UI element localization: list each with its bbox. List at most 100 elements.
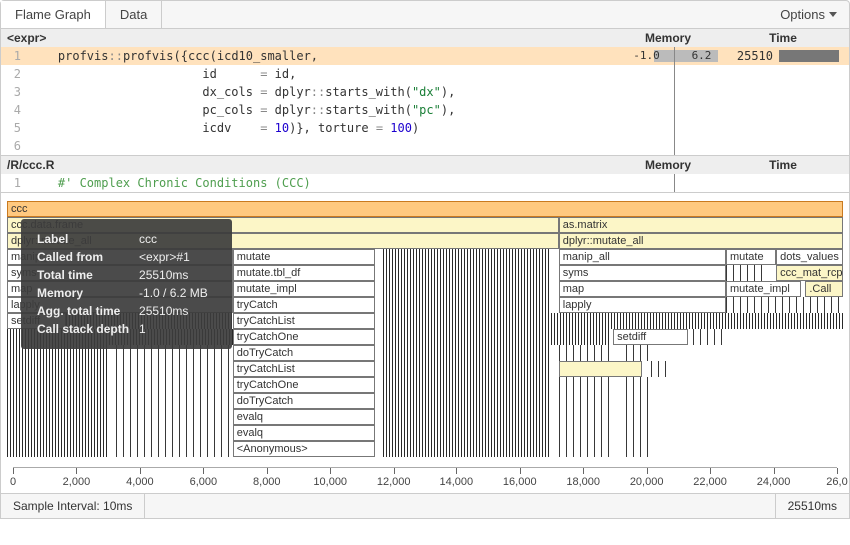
axis-tick-label: 14,000 bbox=[439, 476, 473, 488]
source-line[interactable]: 3 dx_cols = dplyr::starts_with("dx"), bbox=[1, 83, 849, 101]
flame-cell[interactable]: doTryCatch bbox=[233, 345, 375, 361]
axis-tick-label: 12,000 bbox=[377, 476, 411, 488]
memory-cell bbox=[619, 119, 729, 137]
line-number: 4 bbox=[1, 101, 29, 119]
flame-cell[interactable]: dplyr::mutate_all bbox=[559, 233, 843, 249]
memory-cell bbox=[619, 137, 729, 155]
axis-tick-label: 22,000 bbox=[693, 476, 727, 488]
axis-tick-label: 4,000 bbox=[126, 476, 154, 488]
source-line[interactable]: 6 bbox=[1, 137, 849, 155]
memory-cell: -1.06.2 bbox=[619, 47, 729, 65]
axis-tick-label: 24,000 bbox=[757, 476, 791, 488]
source-line[interactable]: 5 icdv = 10)}, torture = 100) bbox=[1, 119, 849, 137]
source-header: <expr> MemoryTime bbox=[1, 29, 849, 47]
tooltip-key: Total time bbox=[37, 267, 137, 283]
flame-cell[interactable]: evalq bbox=[233, 409, 375, 425]
source-block: /R/ccc.RMemoryTime1 #' Complex Chronic C… bbox=[0, 156, 850, 193]
line-number: 3 bbox=[1, 83, 29, 101]
flame-cell[interactable]: ccc_mat_rcpp bbox=[776, 265, 843, 281]
axis-tick-label: 6,000 bbox=[190, 476, 218, 488]
flame-cell[interactable] bbox=[559, 361, 643, 377]
time-header: Time bbox=[723, 31, 843, 45]
code-text: icdv = 10)}, torture = 100) bbox=[29, 119, 619, 137]
memory-header: Memory bbox=[613, 31, 723, 45]
flame-graph-panel: <Anonymous>evalqevalqdoTryCatchtryCatchO… bbox=[0, 193, 850, 494]
flame-cell[interactable]: mutate bbox=[726, 249, 776, 265]
source-line[interactable]: 4 pc_cols = dplyr::starts_with("pc"), bbox=[1, 101, 849, 119]
tab-data[interactable]: Data bbox=[106, 1, 162, 28]
flame-cell[interactable]: doTryCatch bbox=[233, 393, 375, 409]
flame-cell[interactable]: mutate_impl bbox=[233, 281, 375, 297]
flame-cell[interactable]: tryCatchList bbox=[233, 313, 375, 329]
flame-cell[interactable]: map bbox=[559, 281, 726, 297]
tooltip-key: Label bbox=[37, 231, 137, 247]
flame-cell[interactable]: lapply bbox=[559, 297, 726, 313]
flame-cell[interactable]: <Anonymous> bbox=[233, 441, 375, 457]
line-number: 6 bbox=[1, 137, 29, 155]
memory-cell bbox=[619, 174, 729, 192]
flame-cell[interactable]: ccc bbox=[7, 201, 843, 217]
tooltip-value: 25510ms bbox=[139, 303, 216, 319]
tooltip-value: <expr>#1 bbox=[139, 249, 216, 265]
axis-tick-label: 26,0 bbox=[826, 476, 847, 488]
axis-tick-label: 2,000 bbox=[63, 476, 91, 488]
tooltip-value: ccc bbox=[139, 231, 216, 247]
time-cell: 25510 bbox=[729, 47, 849, 65]
flame-cell[interactable]: tryCatch bbox=[233, 297, 375, 313]
chevron-down-icon bbox=[829, 12, 837, 17]
tab-flame-graph[interactable]: Flame Graph bbox=[1, 1, 106, 28]
code-text: id = id, bbox=[29, 65, 619, 83]
time-cell bbox=[729, 101, 849, 119]
tooltip-key: Called from bbox=[37, 249, 137, 265]
memory-cell bbox=[619, 101, 729, 119]
flame-cell[interactable]: mutate bbox=[233, 249, 375, 265]
flame-tooltip: LabelcccCalled from<expr>#1Total time255… bbox=[21, 219, 232, 349]
code-text: dx_cols = dplyr::starts_with("dx"), bbox=[29, 83, 619, 101]
flame-cell[interactable]: mutate.tbl_df bbox=[233, 265, 375, 281]
options-menu[interactable]: Options bbox=[768, 1, 849, 28]
flame-cell[interactable]: tryCatchOne bbox=[233, 377, 375, 393]
axis-tick-label: 20,000 bbox=[630, 476, 664, 488]
flame-cell[interactable]: syms bbox=[559, 265, 726, 281]
time-cell bbox=[729, 65, 849, 83]
tooltip-value: 1 bbox=[139, 321, 216, 337]
top-toolbar: Flame Graph Data Options bbox=[0, 0, 850, 29]
time-cell bbox=[729, 83, 849, 101]
tooltip-value: 25510ms bbox=[139, 267, 216, 283]
source-line[interactable]: 2 id = id, bbox=[1, 65, 849, 83]
code-text: pc_cols = dplyr::starts_with("pc"), bbox=[29, 101, 619, 119]
line-number: 1 bbox=[1, 174, 29, 192]
memory-header: Memory bbox=[613, 158, 723, 172]
code-text bbox=[29, 137, 619, 155]
axis-tick-label: 18,000 bbox=[566, 476, 600, 488]
memory-cell bbox=[619, 65, 729, 83]
source-line[interactable]: 1 profvis::profvis({ccc(icd10_smaller,-1… bbox=[1, 47, 849, 65]
time-axis: 02,0004,0006,0008,00010,00012,00014,0001… bbox=[13, 467, 837, 493]
source-line[interactable]: 1 #' Complex Chronic Conditions (CCC) bbox=[1, 174, 849, 192]
flame-cell[interactable]: tryCatchOne bbox=[233, 329, 375, 345]
flame-cell[interactable]: tryCatchList bbox=[233, 361, 375, 377]
code-text: #' Complex Chronic Conditions (CCC) bbox=[29, 174, 619, 192]
flame-cell[interactable]: dots_values bbox=[776, 249, 843, 265]
tooltip-key: Memory bbox=[37, 285, 137, 301]
source-title: <expr> bbox=[7, 31, 46, 45]
time-header: Time bbox=[723, 158, 843, 172]
flame-cell[interactable]: as.matrix bbox=[559, 217, 843, 233]
tooltip-key: Call stack depth bbox=[37, 321, 137, 337]
flame-cell[interactable]: manip_all bbox=[559, 249, 726, 265]
axis-tick-label: 16,000 bbox=[503, 476, 537, 488]
flame-cell[interactable]: .Call bbox=[805, 281, 843, 297]
flame-cell[interactable]: mutate_impl bbox=[726, 281, 801, 297]
time-cell bbox=[729, 174, 849, 192]
time-cell bbox=[729, 119, 849, 137]
axis-tick-label: 8,000 bbox=[253, 476, 281, 488]
tooltip-value: -1.0 / 6.2 MB bbox=[139, 285, 216, 301]
source-header: /R/ccc.RMemoryTime bbox=[1, 156, 849, 174]
line-number: 5 bbox=[1, 119, 29, 137]
source-block: <expr> MemoryTime1 profvis::profvis({ccc(… bbox=[0, 29, 850, 156]
status-bar: Sample Interval: 10ms 25510ms bbox=[0, 494, 850, 519]
flame-cell[interactable]: evalq bbox=[233, 425, 375, 441]
flame-cell[interactable]: setdiff bbox=[613, 329, 688, 345]
axis-tick-label: 0 bbox=[10, 476, 16, 488]
tooltip-key: Agg. total time bbox=[37, 303, 137, 319]
